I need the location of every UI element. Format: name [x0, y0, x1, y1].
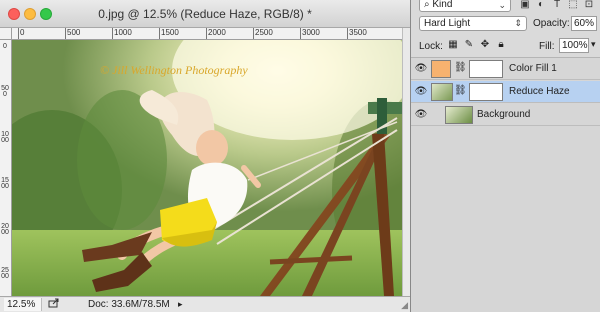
layer-thumbnail — [431, 83, 453, 101]
ruler-tick-label: 1500 — [159, 28, 179, 39]
layer-thumbnail — [445, 106, 473, 124]
link-icon: ⛓︎ — [454, 62, 467, 73]
layer-name: Background — [477, 109, 531, 120]
fill-label: Fill: — [539, 41, 555, 52]
export-icon[interactable] — [48, 298, 60, 312]
ruler-tick-label: 1000 — [1, 131, 9, 144]
layers-panel: ⌕ Kind ⌄ ▣ ◐ T ⬚ ⊡ Hard Light ⇕ Opacity:… — [410, 0, 600, 312]
document-title: 0.jpg @ 12.5% (Reduce Haze, RGB/8) * — [98, 7, 312, 21]
eye-icon[interactable]: 👁︎ — [414, 109, 428, 121]
document-titlebar[interactable]: 0.jpg @ 12.5% (Reduce Haze, RGB/8) * — [0, 0, 410, 28]
filter-kind-value: Kind — [432, 0, 453, 10]
layer-mask-thumbnail[interactable] — [469, 83, 503, 101]
ruler-tick-label: 0 — [3, 43, 7, 50]
ruler-tick-label: 500 — [1, 85, 9, 98]
swing-photo: © Jill Wellington Photography — [12, 40, 402, 296]
vertical-ruler[interactable]: 0 500 1000 1500 2000 2500 — [0, 40, 12, 296]
eye-icon[interactable]: 👁︎ — [414, 86, 428, 98]
document-canvas[interactable]: © Jill Wellington Photography — [12, 40, 402, 296]
zoom-level-field[interactable]: 12.5% — [4, 298, 42, 311]
layer-name: Color Fill 1 — [509, 63, 557, 74]
ruler-origin[interactable] — [0, 28, 12, 40]
vertical-scrollbar[interactable] — [402, 28, 410, 296]
eye-icon[interactable]: 👁︎ — [414, 63, 428, 75]
horizontal-ruler[interactable]: 0 500 1000 1500 2000 2500 3000 3500 — [12, 28, 402, 40]
type-filter-icon[interactable]: T — [551, 0, 563, 11]
opacity-field[interactable]: 60% — [571, 16, 597, 31]
filter-kind-select[interactable]: ⌕ Kind ⌄ — [419, 0, 511, 12]
document-size-info: Doc: 33.6M/78.5M — [88, 299, 170, 310]
chevron-updown-icon: ⇕ — [514, 18, 522, 28]
ruler-tick-label: 500 — [65, 28, 80, 39]
adjustment-filter-icon[interactable]: ◐ — [535, 0, 547, 11]
lock-transparent-icon[interactable]: ▦ — [447, 39, 459, 51]
layer-mask-thumbnail[interactable] — [469, 60, 503, 78]
ruler-tick-label: 3000 — [300, 28, 320, 39]
status-bar: 12.5% Doc: 33.6M/78.5M ▸ ◢ — [0, 296, 410, 312]
lock-position-icon[interactable]: ✥ — [479, 39, 491, 51]
lock-all-icon[interactable]: 🔒︎ — [495, 39, 507, 51]
ruler-tick-label: 2500 — [1, 267, 9, 280]
layer-row-background[interactable]: 👁︎ Background — [411, 104, 600, 126]
ruler-tick-label: 2000 — [206, 28, 226, 39]
layer-thumbnail — [431, 60, 451, 78]
ruler-tick-label: 1500 — [1, 177, 9, 190]
photo-watermark: © Jill Wellington Photography — [100, 63, 248, 77]
ruler-tick-label: 0 — [18, 28, 24, 39]
lock-image-icon[interactable]: ✎ — [463, 39, 475, 51]
layer-row-reduce-haze[interactable]: 👁︎ ⛓︎ Reduce Haze — [411, 81, 600, 103]
link-icon: ⛓︎ — [454, 85, 467, 96]
shape-filter-icon[interactable]: ⬚ — [567, 0, 579, 11]
ruler-tick-label: 3500 — [347, 28, 367, 39]
fill-field[interactable]: 100% — [559, 38, 589, 53]
ruler-tick-label: 2000 — [1, 223, 9, 236]
status-menu-arrow[interactable]: ▸ — [178, 298, 183, 311]
resize-grip-icon[interactable]: ◢ — [401, 300, 408, 311]
opacity-label: Opacity: — [533, 18, 570, 29]
ruler-tick-label: 1000 — [112, 28, 132, 39]
chevron-down-icon[interactable]: ▾ — [591, 39, 596, 50]
layers-panel-controls: ⌕ Kind ⌄ ▣ ◐ T ⬚ ⊡ Hard Light ⇕ Opacity:… — [411, 0, 600, 58]
smart-object-filter-icon[interactable]: ⊡ — [583, 0, 595, 11]
image-filter-icon[interactable]: ▣ — [519, 0, 531, 11]
document-window: 0.jpg @ 12.5% (Reduce Haze, RGB/8) * 0 5… — [0, 0, 410, 312]
ruler-tick-label: 2500 — [253, 28, 273, 39]
layer-row-color-fill[interactable]: 👁︎ ⛓︎ Color Fill 1 — [411, 58, 600, 80]
layer-name: Reduce Haze — [509, 86, 570, 97]
chevron-down-icon: ⌄ — [498, 0, 506, 10]
photoshop-workspace: 0.jpg @ 12.5% (Reduce Haze, RGB/8) * 0 5… — [0, 0, 600, 312]
blend-mode-value: Hard Light — [424, 18, 471, 29]
blend-mode-select[interactable]: Hard Light ⇕ — [419, 16, 527, 31]
lock-label: Lock: — [419, 41, 443, 52]
